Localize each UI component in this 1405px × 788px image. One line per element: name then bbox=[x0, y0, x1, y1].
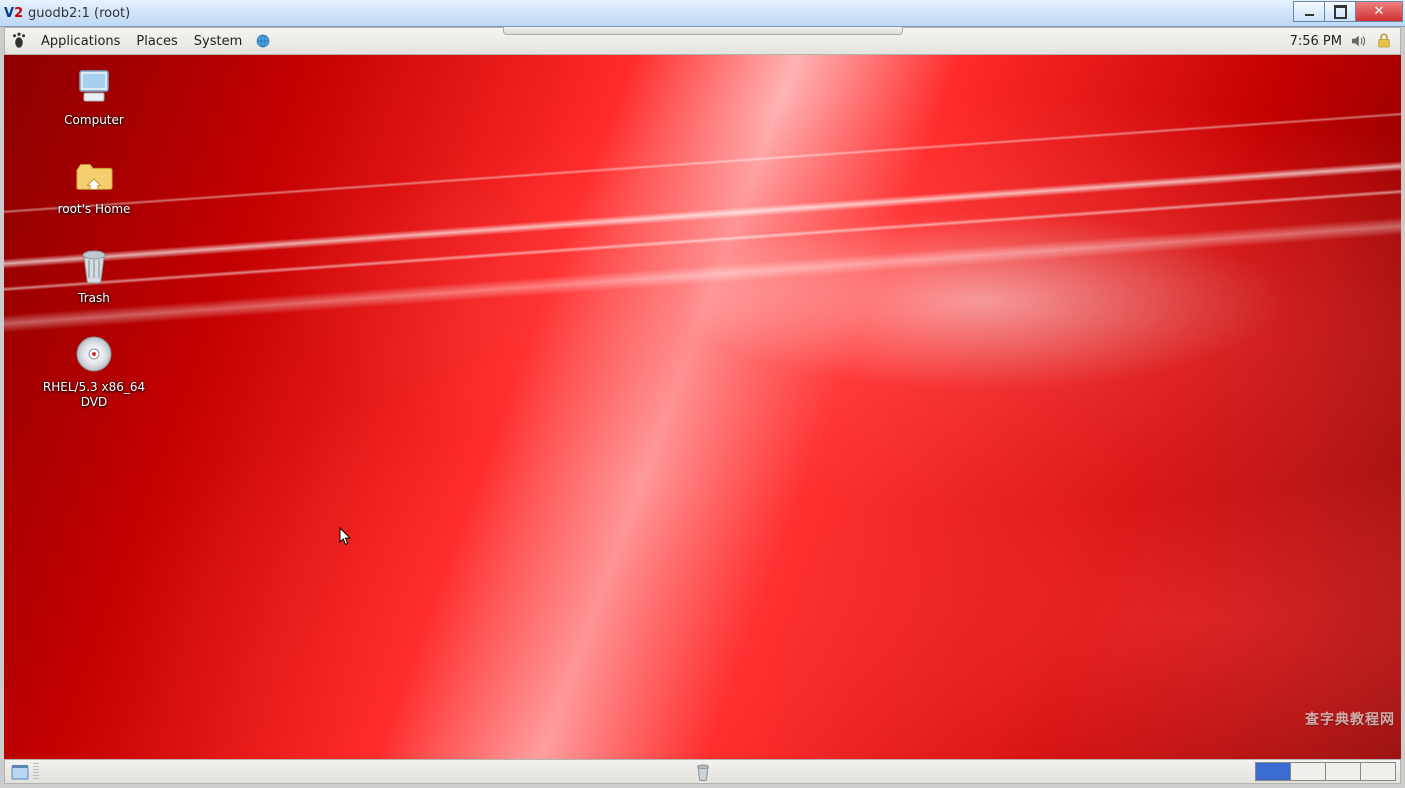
panel-right-area: 7:56 PM bbox=[1290, 31, 1400, 51]
volume-icon[interactable] bbox=[1348, 31, 1368, 51]
dropdown-notch bbox=[503, 27, 903, 35]
workspace-2[interactable] bbox=[1290, 762, 1326, 781]
minimize-button[interactable] bbox=[1293, 1, 1325, 22]
maximize-button[interactable] bbox=[1324, 1, 1356, 22]
watermark-text: 查字典教程网 bbox=[1305, 709, 1395, 729]
workspace-switcher[interactable] bbox=[1256, 762, 1396, 781]
security-lock-icon[interactable] bbox=[1374, 31, 1394, 51]
disc-icon bbox=[74, 334, 114, 374]
computer-icon bbox=[74, 67, 114, 107]
desktop-icon-home[interactable]: root's Home bbox=[34, 156, 154, 217]
close-button[interactable] bbox=[1355, 1, 1403, 22]
panel-time[interactable]: 7:56 PM bbox=[1290, 34, 1342, 49]
workspace-1[interactable] bbox=[1255, 762, 1291, 781]
wallpaper-streak bbox=[4, 208, 1401, 343]
menu-system[interactable]: System bbox=[186, 31, 250, 52]
wallpaper-streak bbox=[4, 180, 1401, 302]
menu-applications[interactable]: Applications bbox=[33, 31, 128, 52]
bottom-panel-center bbox=[694, 763, 712, 781]
wallpaper-curve bbox=[4, 315, 1401, 759]
browser-launcher-icon[interactable] bbox=[254, 32, 272, 50]
trash-icon bbox=[74, 245, 114, 285]
gnome-foot-icon[interactable] bbox=[9, 31, 29, 51]
desktop-icon-label: Trash bbox=[78, 291, 110, 306]
vnc-window-title: guodb2:1 (root) bbox=[28, 6, 130, 21]
desktop-icon-dvd[interactable]: RHEL/5.3 x86_64 DVD bbox=[34, 334, 154, 410]
wallpaper-streak bbox=[4, 102, 1401, 223]
panel-grip[interactable] bbox=[33, 763, 39, 781]
panel-trash-icon[interactable] bbox=[694, 763, 712, 781]
desktop-icon-label: RHEL/5.3 x86_64 DVD bbox=[43, 380, 145, 410]
cursor-icon bbox=[339, 527, 353, 547]
wallpaper-streak bbox=[4, 151, 1401, 278]
window-controls bbox=[1294, 1, 1403, 22]
gnome-bottom-panel bbox=[4, 759, 1401, 784]
show-desktop-button[interactable] bbox=[9, 762, 31, 782]
vnc-titlebar: V2 guodb2:1 (root) bbox=[0, 0, 1405, 27]
wallpaper-curve bbox=[4, 415, 1401, 759]
vnc-logo-icon: V2 bbox=[4, 5, 22, 21]
desktop-icon-trash[interactable]: Trash bbox=[34, 245, 154, 306]
workspace-4[interactable] bbox=[1360, 762, 1396, 781]
desktop-icons: Computer root's Home Trash RHEL/5.3 x86_… bbox=[34, 67, 154, 410]
desktop-icon-computer[interactable]: Computer bbox=[34, 67, 154, 128]
workspace-3[interactable] bbox=[1325, 762, 1361, 781]
desktop-icon-label: root's Home bbox=[58, 202, 131, 217]
desktop[interactable]: Computer root's Home Trash RHEL/5.3 x86_… bbox=[4, 55, 1401, 759]
wallpaper-curve bbox=[4, 375, 1401, 759]
desktop-icon-label: Computer bbox=[64, 113, 124, 128]
menu-places[interactable]: Places bbox=[128, 31, 185, 52]
home-folder-icon bbox=[74, 156, 114, 196]
